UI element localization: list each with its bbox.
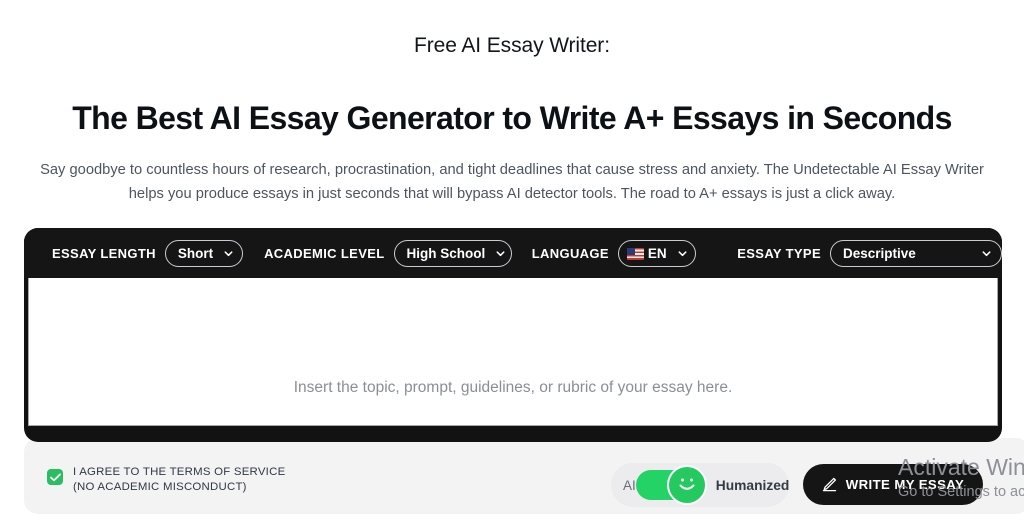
essay-prompt-input[interactable]: Insert the topic, prompt, guidelines, or… <box>28 278 998 426</box>
terms-text: I AGREE TO THE TERMS OF SERVICE (NO ACAD… <box>73 465 285 494</box>
terms-line-2: (NO ACADEMIC MISCONDUCT) <box>73 480 247 493</box>
essay-editor-card: ESSAY LENGTH Short ACADEMIC LEVEL High S… <box>24 228 1002 442</box>
essay-prompt-placeholder: Insert the topic, prompt, guidelines, or… <box>293 379 733 396</box>
toggle-track[interactable] <box>635 465 707 505</box>
language-dropdown[interactable]: EN <box>617 239 696 267</box>
toggle-label-ai: AI <box>623 477 636 493</box>
page-title: The Best AI Essay Generator to Write A+ … <box>72 100 952 137</box>
essay-type-label: ESSAY TYPE <box>737 245 821 261</box>
chevron-down-icon <box>496 250 505 256</box>
essay-type-dropdown[interactable]: Descriptive <box>829 239 1002 267</box>
essay-length-value: Short <box>177 245 214 261</box>
language-label: LANGUAGE <box>531 245 609 261</box>
write-my-essay-button[interactable]: WRITE MY ESSAY <box>803 464 983 505</box>
chevron-down-icon <box>678 250 687 256</box>
academic-level-dropdown[interactable]: High School <box>393 239 512 267</box>
toggle-knob-smiley-icon[interactable] <box>666 465 707 505</box>
page-description: Say goodbye to countless hours of resear… <box>40 161 984 202</box>
page-eyebrow: Free AI Essay Writer: <box>414 34 610 57</box>
us-flag-icon <box>626 248 644 260</box>
chevron-down-icon <box>982 250 991 256</box>
essay-length-group: ESSAY LENGTH Short <box>52 239 243 267</box>
pencil-icon <box>822 477 836 492</box>
write-my-essay-label: WRITE MY ESSAY <box>845 477 965 492</box>
language-value: EN <box>647 245 667 261</box>
language-group: LANGUAGE EN <box>531 239 696 267</box>
academic-level-group: ACADEMIC LEVEL High School <box>264 239 512 267</box>
terms-checkbox[interactable] <box>47 469 63 485</box>
ai-humanized-toggle[interactable]: AI Humanized <box>611 463 789 507</box>
ai-essay-writer-page: Free AI Essay Writer: The Best AI Essay … <box>0 0 1024 520</box>
essay-type-group: ESSAY TYPE Descriptive <box>737 239 1002 267</box>
academic-level-value: High School <box>406 245 486 261</box>
essay-length-label: ESSAY LENGTH <box>52 245 156 261</box>
essay-length-dropdown[interactable]: Short <box>164 239 243 267</box>
chevron-down-icon <box>224 250 233 256</box>
smiley-face-icon <box>679 478 695 490</box>
academic-level-label: ACADEMIC LEVEL <box>264 245 385 261</box>
terms-agreement[interactable]: I AGREE TO THE TERMS OF SERVICE (NO ACAD… <box>47 465 285 494</box>
toggle-label-humanized: Humanized <box>715 477 790 493</box>
check-icon <box>50 473 61 482</box>
essay-type-value: Descriptive <box>842 245 916 261</box>
terms-line-1: I AGREE TO THE TERMS OF SERVICE <box>73 466 286 478</box>
editor-toolbar: ESSAY LENGTH Short ACADEMIC LEVEL High S… <box>24 228 1002 278</box>
